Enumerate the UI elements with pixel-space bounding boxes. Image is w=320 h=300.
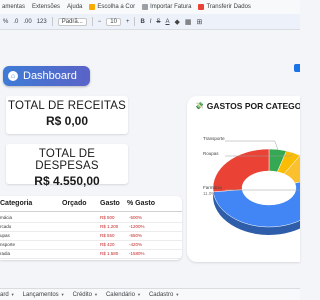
cell-gasto: R$ 500	[100, 215, 115, 220]
font-select[interactable]: Padrã...	[57, 17, 87, 26]
cell-pct: -500%	[129, 215, 143, 220]
strikethrough-button[interactable]: S	[156, 19, 160, 25]
toolbar-divider	[51, 17, 53, 26]
chart-title-row: 💸 GASTOS POR CATEGOR	[195, 101, 300, 111]
cell-gasto: R$ 550	[100, 233, 115, 238]
merge-cells-icon[interactable]: ⊞	[197, 18, 203, 26]
header-orcado: Orçado	[62, 200, 87, 207]
slice-label-farmácia: Farmácia	[203, 185, 222, 190]
cell-pct: -420%	[129, 242, 143, 247]
total-despesas-value: R$ 4.550,00	[34, 174, 100, 188]
header-pct-gasto: % Gasto	[127, 200, 156, 207]
text-color-button[interactable]: A	[165, 19, 169, 25]
fill-color-icon[interactable]: ◆	[175, 18, 180, 26]
row-divider	[0, 258, 182, 259]
transfer-icon	[198, 4, 205, 10]
chevron-down-icon: ▼	[175, 292, 180, 297]
cell-pct: -550%	[129, 233, 143, 238]
chevron-down-icon: ▼	[60, 292, 65, 297]
font-size-decrease-button[interactable]: −	[98, 19, 102, 25]
cell-gasto: R$ 1.580	[100, 251, 119, 256]
table-row: rcado R$ 1.200 -1200%	[0, 222, 182, 231]
cell-pct: -1580%	[129, 251, 145, 256]
toolbar-divider	[91, 17, 93, 26]
total-receitas-value: R$ 0,00	[45, 114, 89, 128]
cell-categoria: radia	[0, 251, 11, 256]
tab-calendario[interactable]: Calendário ▼	[106, 292, 141, 298]
total-receitas-title: TOTAL DE RECEITAS	[8, 100, 126, 112]
cell-categoria: rcado	[0, 224, 12, 229]
tab-credito[interactable]: Crédito ▼	[73, 292, 98, 298]
cell-categoria: upas	[0, 233, 10, 238]
chevron-down-icon: ▼	[136, 292, 141, 297]
bold-button[interactable]: B	[140, 19, 144, 25]
cell-categoria: mácia	[0, 215, 13, 220]
toolbar: % .0 .00 123 Padrã... − 10 + B I S A ◆ ▦…	[0, 14, 300, 30]
menu-extensoes[interactable]: Extensões	[32, 4, 60, 10]
palette-icon	[89, 4, 96, 10]
borders-icon[interactable]: ▦	[185, 18, 192, 26]
font-size-input[interactable]: 10	[106, 17, 121, 26]
table-row: mácia R$ 500 -500%	[0, 213, 182, 222]
slice-label-roupas: Roupas	[203, 151, 219, 156]
import-icon	[142, 4, 149, 10]
cell-pct: -1200%	[129, 224, 145, 229]
slice-percent-farmácia: 11.0%	[203, 191, 215, 196]
total-despesas-card: TOTAL DE DESPESAS R$ 4.550,00	[6, 144, 128, 188]
header-gasto: Gasto	[100, 200, 120, 207]
cell-categoria: nsporte	[0, 242, 16, 247]
sheet-tab-bar: ard ▼ Lançamentos ▼ Crédito ▼ Calendário ▼ C…	[0, 288, 300, 300]
table-row: upas R$ 550 -550%	[0, 231, 182, 240]
header-categoria: Categoria	[0, 200, 33, 207]
table-header: Categoria Orçado Gasto % Gasto	[0, 200, 182, 210]
cell-gasto: R$ 420	[100, 242, 115, 247]
more-formats-button[interactable]: 123	[37, 19, 47, 25]
menu-importar-fatura[interactable]: Importar Fatura	[142, 4, 191, 10]
leader-line-transporte	[225, 140, 279, 150]
cell-gasto: R$ 1.200	[100, 224, 119, 229]
categorias-table: Categoria Orçado Gasto % Gasto mácia R$ 5…	[0, 196, 182, 260]
table-header-divider	[0, 211, 182, 212]
tab-dashboard[interactable]: ard ▼	[0, 292, 15, 298]
chevron-down-icon: ▼	[10, 292, 15, 297]
table-row: nsporte R$ 420 -420%	[0, 240, 182, 249]
chart-title: GASTOS POR CATEGOR	[206, 101, 300, 111]
total-despesas-title: TOTAL DE DESPESAS	[35, 148, 99, 172]
dashboard-button[interactable]: ⌂ Dashboard	[3, 66, 90, 86]
menu-escolha-cor[interactable]: Escolha a Cor	[89, 4, 135, 10]
drawing-handle[interactable]	[294, 64, 300, 72]
gastos-chart-panel: 💸 GASTOS POR CATEGOR Transporte Roupas Far…	[187, 96, 300, 262]
tab-lancamentos[interactable]: Lançamentos ▼	[23, 292, 65, 298]
chevron-down-icon: ▼	[93, 292, 98, 297]
increase-decimal-button[interactable]: .00	[23, 19, 31, 25]
total-receitas-card: TOTAL DE RECEITAS R$ 0,00	[6, 96, 128, 134]
format-percent-button[interactable]: %	[3, 19, 8, 25]
table-row: radia R$ 1.580 -1580%	[0, 249, 182, 258]
tab-cadastro[interactable]: Cadastro ▼	[149, 292, 179, 298]
menu-ajuda[interactable]: Ajuda	[67, 4, 82, 10]
dashboard-button-label: Dashboard	[23, 70, 77, 82]
slice-label-transporte: Transporte	[203, 136, 225, 141]
toolbar-divider	[134, 17, 136, 26]
font-size-increase-button[interactable]: +	[126, 19, 130, 25]
menu-transferir-dados[interactable]: Transferir Dados	[198, 4, 251, 10]
money-icon: 💸	[195, 103, 204, 110]
decrease-decimal-button[interactable]: .0	[13, 19, 18, 25]
home-icon: ⌂	[8, 71, 18, 81]
italic-button[interactable]: I	[150, 19, 152, 25]
menu-ferramentas[interactable]: amentas	[2, 4, 25, 10]
menu-bar: amentas Extensões Ajuda Escolha a Cor Im…	[0, 0, 300, 14]
gastos-donut-chart: Transporte Roupas Farmácia11.0%	[203, 136, 300, 235]
